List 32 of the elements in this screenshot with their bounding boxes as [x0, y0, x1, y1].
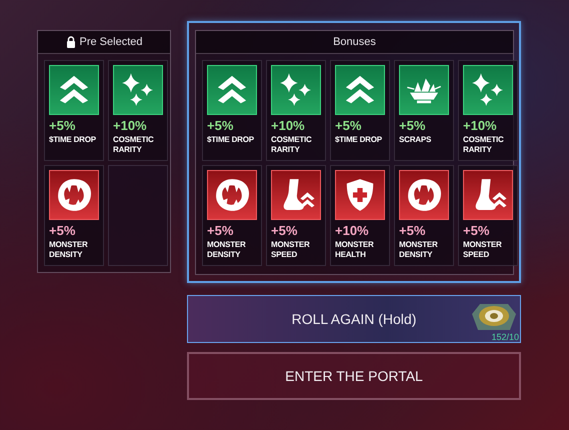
bonus-label: COSMETIC RARITY	[113, 135, 155, 155]
bonus-label: COSMETIC RARITY	[271, 135, 313, 155]
bonus-value: +5%	[271, 224, 298, 238]
bonus-value: +5%	[49, 224, 76, 238]
roll-cost: 152/10	[491, 332, 519, 342]
panel-title: Bonuses	[333, 36, 376, 48]
bonus-label: COSMETIC RARITY	[463, 135, 505, 155]
bonus-value: +5%	[207, 119, 234, 133]
bonus-label: SCRAPS	[399, 135, 432, 145]
bonus-value: +10%	[113, 119, 148, 133]
bonus-value: +5%	[463, 224, 490, 238]
bonus-value: +5%	[335, 119, 362, 133]
bonus-label: $TIME DROP	[335, 135, 383, 145]
bonus-label: $TIME DROP	[207, 135, 255, 145]
bonus-label: MONSTER DENSITY	[399, 240, 439, 260]
bonus-label: MONSTER SPEED	[271, 240, 311, 260]
bonus-label: MONSTER DENSITY	[49, 240, 89, 260]
panel-title: Pre Selected	[80, 36, 142, 48]
enter-portal-button[interactable]: ENTER THE PORTAL	[187, 352, 521, 400]
bonus-value: +5%	[399, 119, 426, 133]
coin-icon	[472, 302, 516, 332]
bonus-value: +5%	[49, 119, 76, 133]
bonus-label: MONSTER SPEED	[463, 240, 503, 260]
bonus-value: +10%	[463, 119, 498, 133]
bonus-label: $TIME DROP	[49, 135, 97, 145]
bonus-value: +10%	[271, 119, 306, 133]
bonus-label: MONSTER HEALTH	[335, 240, 375, 260]
bonus-value: +5%	[207, 224, 234, 238]
bonus-value: +10%	[335, 224, 370, 238]
lock-icon	[66, 36, 76, 48]
bonus-label: MONSTER DENSITY	[207, 240, 247, 260]
bonus-value: +5%	[399, 224, 426, 238]
